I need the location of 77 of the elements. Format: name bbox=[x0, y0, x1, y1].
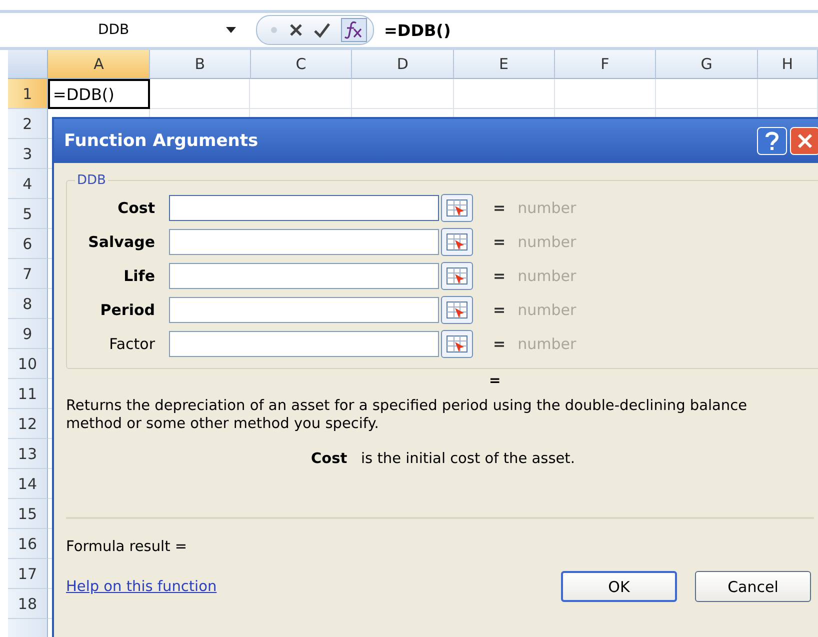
row-header[interactable]: 13 bbox=[8, 439, 48, 469]
argument-field[interactable] bbox=[169, 263, 439, 289]
group-label: DDB bbox=[76, 173, 107, 188]
row-header[interactable]: 5 bbox=[8, 199, 48, 229]
circle-icon bbox=[269, 25, 279, 35]
row-header[interactable]: 8 bbox=[8, 289, 48, 319]
argument-field[interactable] bbox=[169, 229, 439, 255]
row-header[interactable]: 15 bbox=[8, 499, 48, 529]
cancel-button[interactable]: Cancel bbox=[695, 571, 811, 602]
argument-result: number bbox=[518, 335, 576, 353]
equals-sign: = bbox=[489, 373, 501, 389]
row-header[interactable]: 17 bbox=[8, 559, 48, 589]
collapse-dialog-button[interactable] bbox=[441, 262, 473, 290]
row-header[interactable]: 10 bbox=[8, 349, 48, 379]
column-header[interactable]: A bbox=[48, 50, 150, 79]
insert-function-icon[interactable] bbox=[341, 18, 367, 42]
ok-button[interactable]: OK bbox=[561, 571, 677, 602]
help-link[interactable]: Help on this function bbox=[66, 578, 217, 594]
argument-result: number bbox=[518, 233, 576, 251]
close-button[interactable] bbox=[790, 127, 818, 155]
range-select-icon bbox=[446, 233, 468, 251]
argument-label: Factor bbox=[108, 335, 155, 353]
argument-result: number bbox=[518, 199, 576, 217]
range-select-icon bbox=[446, 267, 468, 285]
collapse-dialog-button[interactable] bbox=[441, 194, 473, 222]
dialog-title: Function Arguments bbox=[64, 131, 258, 151]
row-header[interactable]: 12 bbox=[8, 409, 48, 439]
enter-check-icon[interactable] bbox=[313, 22, 331, 38]
range-select-icon bbox=[446, 301, 468, 319]
argument-field[interactable] bbox=[169, 297, 439, 323]
equals-sign: = bbox=[493, 267, 506, 285]
formula-result: Formula result = bbox=[66, 539, 188, 555]
range-select-icon bbox=[446, 199, 468, 217]
row-header[interactable]: 4 bbox=[8, 169, 48, 199]
argument-result: number bbox=[518, 267, 576, 285]
column-header[interactable]: C bbox=[250, 50, 352, 79]
column-header[interactable]: B bbox=[150, 50, 251, 79]
column-header[interactable]: G bbox=[656, 50, 758, 79]
argument-help: Cost is the initial cost of the asset. bbox=[310, 451, 576, 467]
collapse-dialog-button[interactable] bbox=[441, 330, 473, 358]
equals-sign: = bbox=[493, 199, 506, 217]
help-icon bbox=[765, 131, 779, 151]
row-header[interactable]: 7 bbox=[8, 259, 48, 289]
name-box[interactable]: DDB bbox=[10, 22, 242, 38]
equals-sign: = bbox=[493, 233, 506, 251]
column-header[interactable]: H bbox=[758, 50, 818, 79]
row-header[interactable]: 1 bbox=[8, 79, 48, 109]
collapse-dialog-button[interactable] bbox=[441, 228, 473, 256]
function-description: Returns the depreciation of an asset for a specified period using the double-declining balance method or some other method you specify. bbox=[66, 397, 748, 433]
argument-field[interactable] bbox=[169, 195, 439, 221]
argument-field[interactable] bbox=[169, 331, 439, 357]
collapse-dialog-button[interactable] bbox=[441, 296, 473, 324]
column-header[interactable]: D bbox=[352, 50, 454, 79]
close-icon bbox=[797, 133, 813, 149]
cancel-x-icon[interactable] bbox=[289, 23, 303, 37]
argument-label: Cost bbox=[116, 199, 155, 217]
dropdown-caret-icon[interactable] bbox=[226, 27, 236, 33]
row-header[interactable]: 16 bbox=[8, 529, 48, 559]
equals-sign: = bbox=[493, 335, 506, 353]
equals-sign: = bbox=[493, 301, 506, 319]
active-cell[interactable]: =DDB() bbox=[48, 79, 150, 109]
row-header[interactable]: 2 bbox=[8, 109, 48, 139]
row-header[interactable]: 6 bbox=[8, 229, 48, 259]
row-header[interactable]: 11 bbox=[8, 379, 48, 409]
argument-label: Salvage bbox=[87, 233, 155, 251]
argument-label: Life bbox=[122, 267, 155, 285]
row-header[interactable]: 9 bbox=[8, 319, 48, 349]
formula-text[interactable]: =DDB() bbox=[384, 20, 451, 40]
row-header[interactable]: 14 bbox=[8, 469, 48, 499]
range-select-icon bbox=[446, 335, 468, 353]
row-header[interactable]: 18 bbox=[8, 589, 48, 619]
row-header[interactable]: 3 bbox=[8, 139, 48, 169]
argument-label: Period bbox=[99, 301, 155, 319]
help-button[interactable] bbox=[757, 127, 787, 155]
argument-result: number bbox=[518, 301, 576, 319]
column-header[interactable]: E bbox=[454, 50, 555, 79]
column-header[interactable]: F bbox=[554, 50, 656, 79]
